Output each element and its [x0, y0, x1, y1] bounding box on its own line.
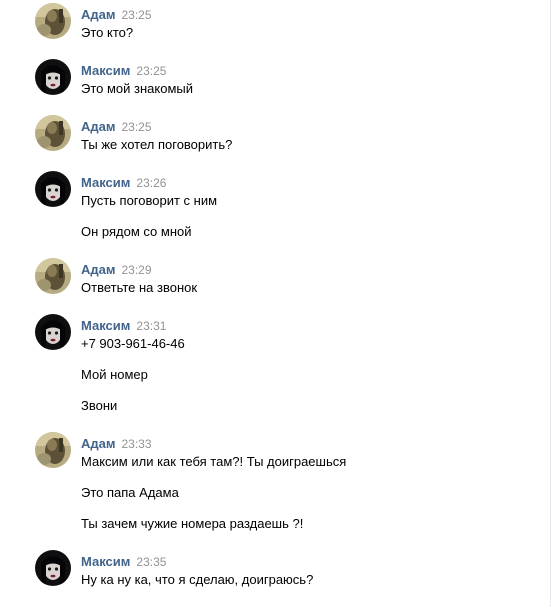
- message-header: Адам 23:25: [81, 119, 152, 135]
- message-group: Адам 23:25 Это кто?: [0, 0, 548, 61]
- adam-avatar[interactable]: [35, 115, 71, 151]
- message-group: Максим 23:25 Это мой знакомый: [0, 56, 548, 117]
- maksim-avatar[interactable]: [35, 59, 71, 95]
- message-time[interactable]: 23:33: [122, 437, 152, 451]
- message-time[interactable]: 23:35: [136, 555, 166, 569]
- maksim-avatar[interactable]: [35, 171, 71, 207]
- message-text: Ответьте на звонок: [81, 280, 198, 295]
- message-time[interactable]: 23:25: [122, 8, 152, 22]
- message-group: Адам 23:29 Ответьте на звонок: [0, 255, 548, 316]
- message-header: Адам 23:33: [81, 436, 152, 452]
- message-group: Максим 23:35 Ну ка ну ка, что я сделаю, до…: [0, 547, 548, 608]
- message-text: Ты зачем чужие номера раздаешь ?!: [81, 516, 304, 531]
- message-text: Он рядом со мной: [81, 224, 192, 239]
- message-time[interactable]: 23:29: [122, 263, 152, 277]
- message-time[interactable]: 23:25: [136, 64, 166, 78]
- message-header: Максим 23:26: [81, 175, 166, 191]
- adam-avatar[interactable]: [35, 432, 71, 468]
- message-text: Пусть поговорит с ним: [81, 193, 218, 208]
- maksim-avatar[interactable]: [35, 314, 71, 350]
- message-text: Это кто?: [81, 25, 134, 40]
- message-group: Адам 23:33 Максим или как тебя там?! Ты до…: [0, 429, 548, 552]
- author-name[interactable]: Адам: [81, 436, 116, 451]
- message-time[interactable]: 23:25: [122, 120, 152, 134]
- maksim-avatar[interactable]: [35, 550, 71, 586]
- message-group: Максим 23:26 Пусть поговорит с ним Он рядом…: [0, 168, 548, 260]
- message-text: +7 903-961-46-46: [81, 336, 185, 351]
- author-name[interactable]: Максим: [81, 554, 130, 569]
- message-header: Максим 23:31: [81, 318, 166, 334]
- message-text: Звони: [81, 398, 118, 413]
- message-text: Ну ка ну ка, что я сделаю, доиграюсь?: [81, 572, 314, 587]
- author-name[interactable]: Максим: [81, 175, 130, 190]
- author-name[interactable]: Адам: [81, 262, 116, 277]
- message-text: Мой номер: [81, 367, 148, 382]
- author-name[interactable]: Максим: [81, 318, 130, 333]
- author-name[interactable]: Максим: [81, 63, 130, 78]
- message-header: Адам 23:29: [81, 262, 152, 278]
- message-header: Максим 23:25: [81, 63, 166, 79]
- message-group: Адам 23:25 Ты же хотел поговорить?: [0, 112, 548, 173]
- message-header: Адам 23:25: [81, 7, 152, 23]
- author-name[interactable]: Адам: [81, 7, 116, 22]
- message-group: Максим 23:31 +7 903-961-46-46 Мой номер Звон…: [0, 311, 548, 434]
- author-name[interactable]: Адам: [81, 119, 116, 134]
- message-text: Ты же хотел поговорить?: [81, 137, 233, 152]
- message-text: Максим или как тебя там?! Ты доиграешься: [81, 454, 347, 469]
- adam-avatar[interactable]: [35, 258, 71, 294]
- message-text: Это папа Адама: [81, 485, 179, 500]
- adam-avatar[interactable]: [35, 3, 71, 39]
- message-time[interactable]: 23:31: [136, 319, 166, 333]
- message-time[interactable]: 23:26: [136, 176, 166, 190]
- message-header: Максим 23:35: [81, 554, 166, 570]
- message-text: Это мой знакомый: [81, 81, 194, 96]
